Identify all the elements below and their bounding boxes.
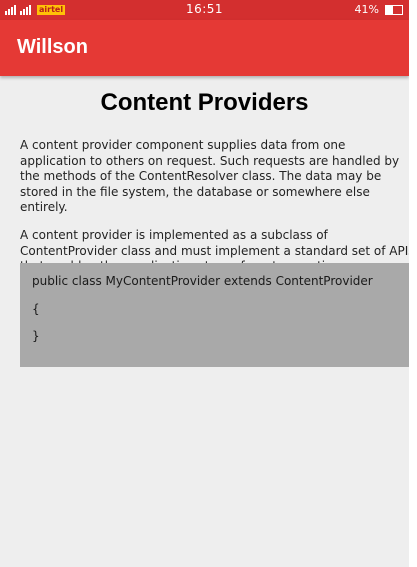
code-line: public class MyContentProvider extends C… (32, 274, 373, 288)
description-paragraph: A content provider component supplies da… (20, 138, 400, 214)
code-block: public class MyContentProvider extends C… (20, 263, 409, 367)
app-bar: Willson (0, 20, 409, 76)
app-screen: airtel 16:51 41% Willson Content Provide… (0, 0, 409, 567)
code-line: { (32, 302, 40, 316)
page-title: Content Providers (100, 89, 309, 116)
app-title: Willson (17, 36, 88, 58)
status-bar: airtel 16:51 41% (0, 0, 409, 20)
status-time: 16:51 (185, 2, 224, 16)
code-line: } (32, 329, 40, 343)
battery-icon (385, 4, 403, 15)
status-right: 41% (355, 3, 403, 16)
battery-fill (386, 5, 393, 14)
battery-percent: 41% (354, 3, 379, 16)
